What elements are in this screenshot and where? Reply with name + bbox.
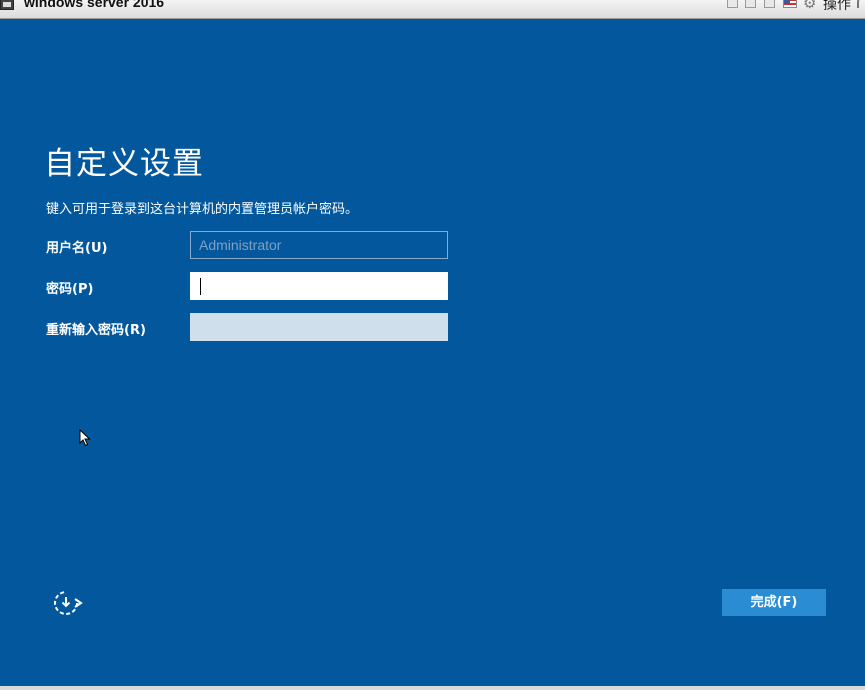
- vm-control-icon-1[interactable]: [727, 0, 738, 8]
- gear-icon[interactable]: ⚙: [803, 0, 816, 12]
- vm-title-bar: windows server 2016 ⚙ 操作: [0, 0, 865, 19]
- password-label: 密码(P): [46, 282, 94, 297]
- page-title: 自定义设置: [44, 146, 204, 182]
- reenter-password-field[interactable]: [190, 313, 448, 341]
- bottom-border: [0, 686, 865, 690]
- vm-edge-icon: [857, 0, 865, 8]
- mouse-pointer-icon: [79, 429, 91, 447]
- vm-actions-menu[interactable]: 操作: [823, 0, 851, 14]
- vm-app-icon: [0, 0, 14, 10]
- instruction-text: 键入可用于登录到这台计算机的内置管理员帐户密码。: [46, 202, 359, 217]
- vm-control-icon-2[interactable]: [745, 0, 756, 8]
- finish-button[interactable]: 完成(F): [722, 589, 826, 616]
- vm-window-title: windows server 2016: [24, 0, 165, 10]
- password-field[interactable]: [190, 272, 448, 300]
- username-field: Administrator: [190, 231, 448, 259]
- username-label: 用户名(U): [46, 241, 108, 256]
- vm-control-icon-3[interactable]: [764, 0, 775, 8]
- language-flag-icon[interactable]: [783, 0, 797, 8]
- text-caret: [200, 278, 201, 295]
- reenter-password-label: 重新输入密码(R): [46, 323, 146, 338]
- ease-of-access-icon[interactable]: [51, 588, 83, 618]
